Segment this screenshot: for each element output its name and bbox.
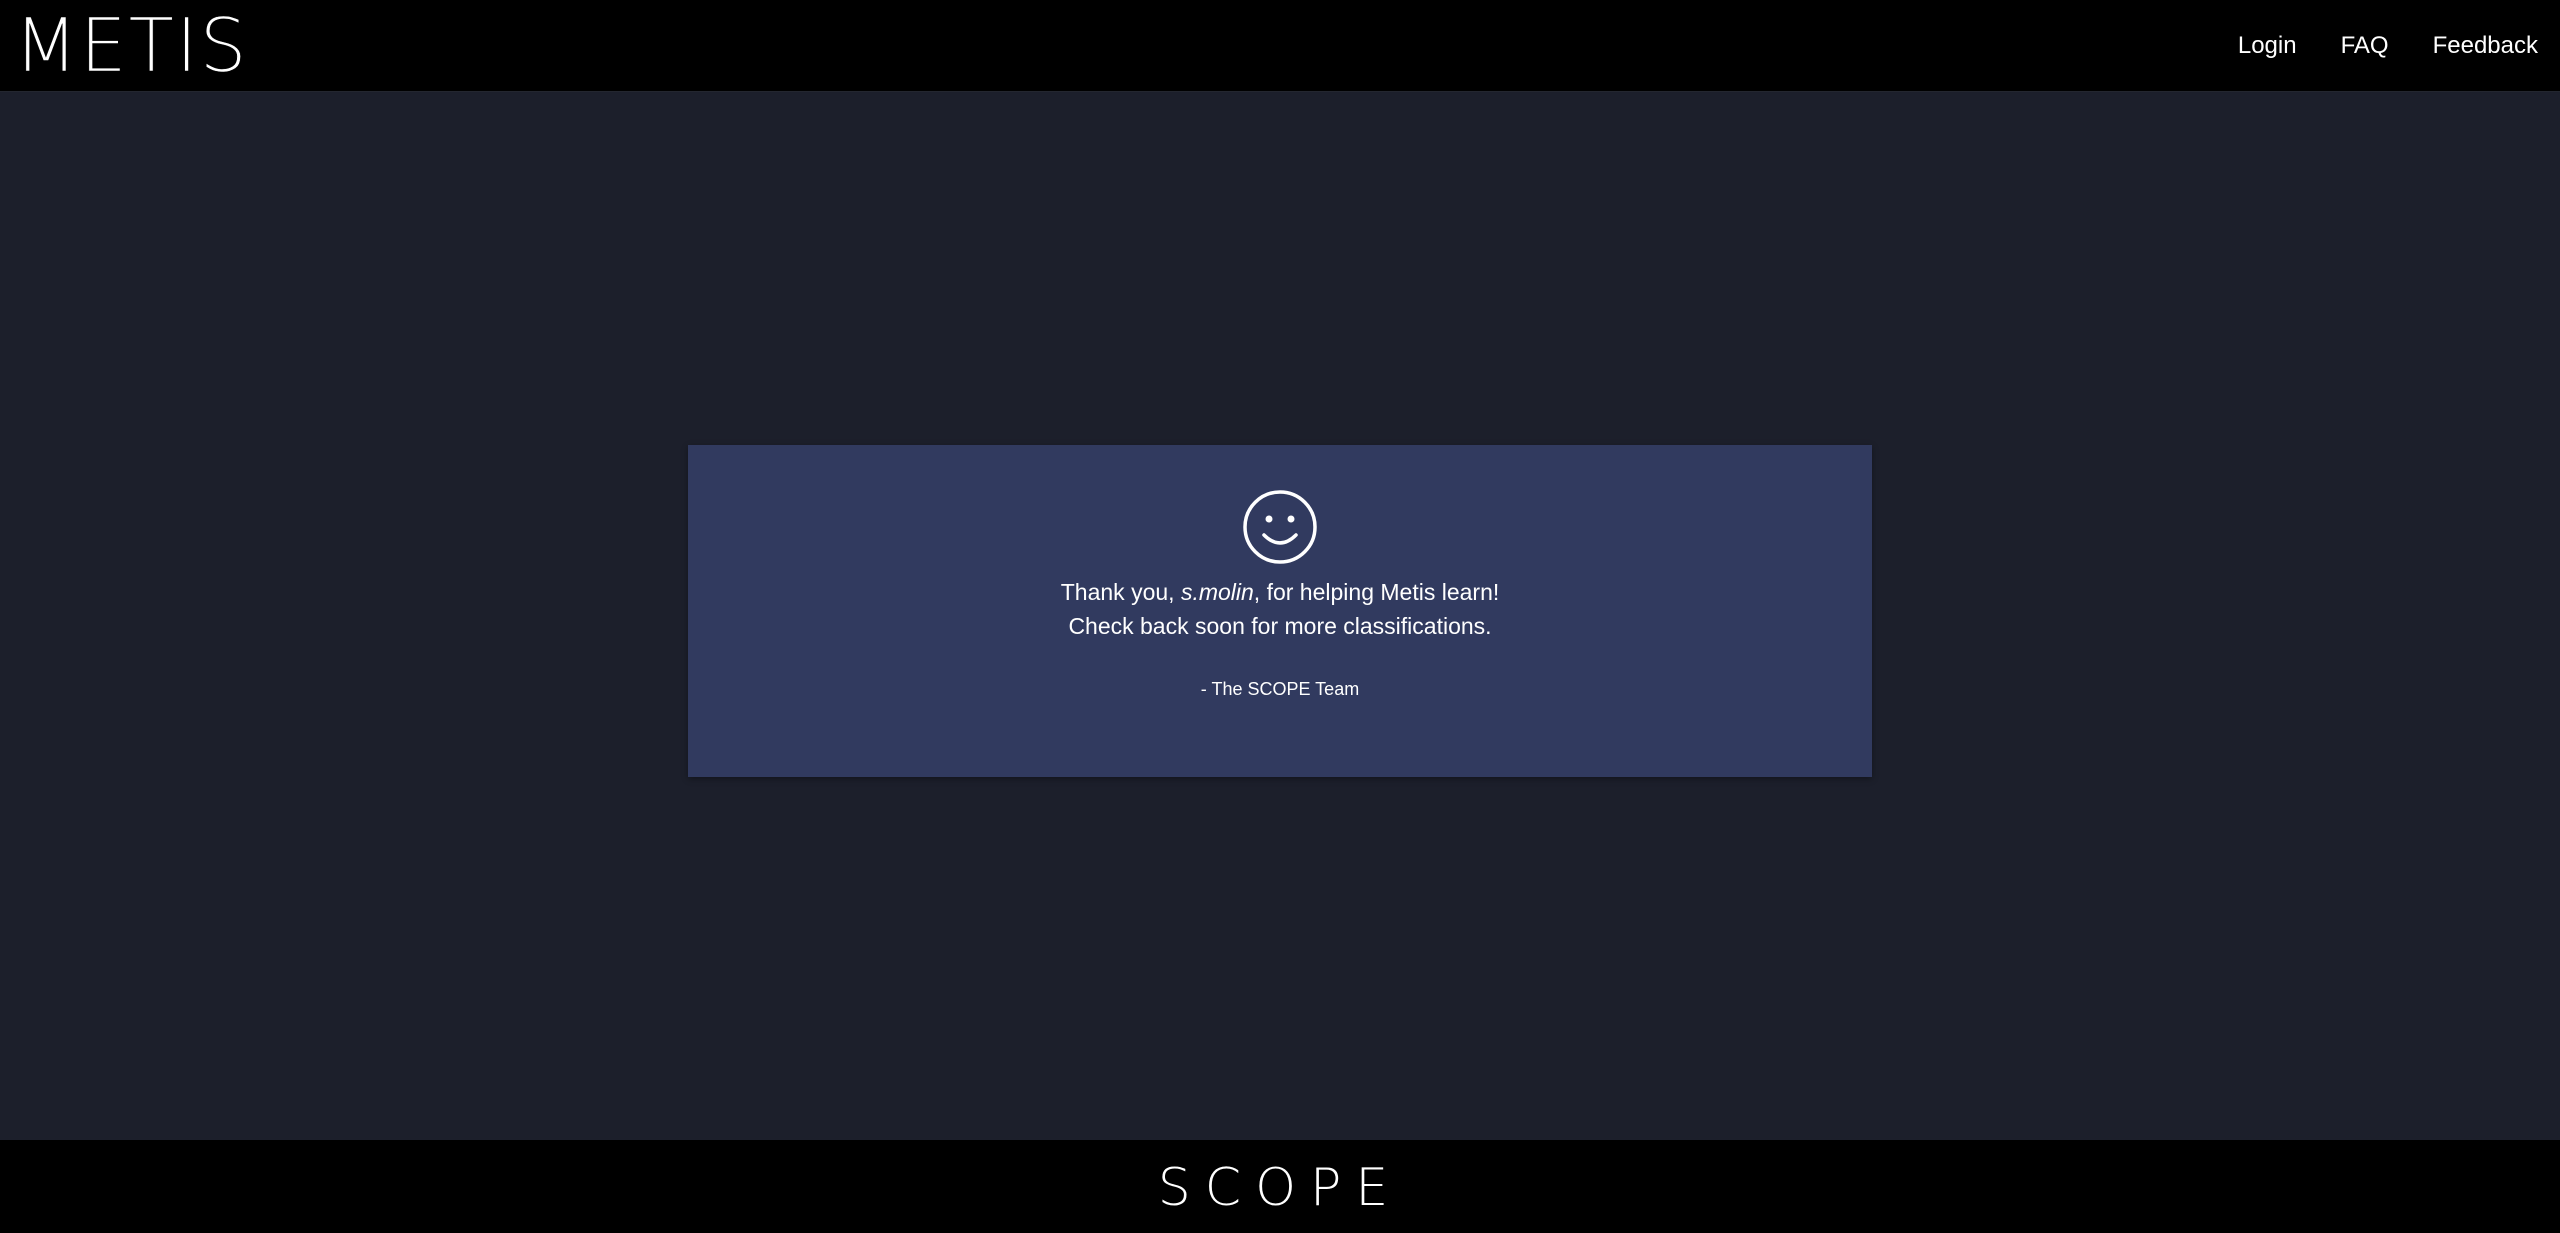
main-nav: Login FAQ Feedback [2238, 0, 2538, 92]
thank-you-card: Thank you, s.molin, for helping Metis le… [688, 445, 1872, 777]
top-navbar: METIS Login FAQ Feedback [0, 0, 2560, 92]
team-signature: - The SCOPE Team [1200, 679, 1360, 699]
thank-you-prefix: Thank you, [1060, 579, 1181, 605]
metis-logo[interactable]: METIS [14, 8, 249, 85]
thank-you-suffix: , for helping Metis learn! [1253, 579, 1500, 605]
check-back-line: Check back soon for more classifications… [1068, 613, 1492, 639]
footer-bar: SCOPE [0, 1140, 2560, 1233]
feedback-link[interactable]: Feedback [2433, 32, 2538, 60]
username: s.molin [1180, 579, 1254, 605]
faq-link[interactable]: FAQ [2341, 32, 2389, 60]
thank-you-line: Thank you, s.molin, for helping Metis le… [688, 575, 1872, 609]
login-link[interactable]: Login [2238, 32, 2297, 60]
scope-logo: SCOPE [1157, 1158, 1403, 1218]
smiley-face-icon [1243, 490, 1317, 564]
thank-you-message: Thank you, s.molin, for helping Metis le… [688, 575, 1872, 643]
